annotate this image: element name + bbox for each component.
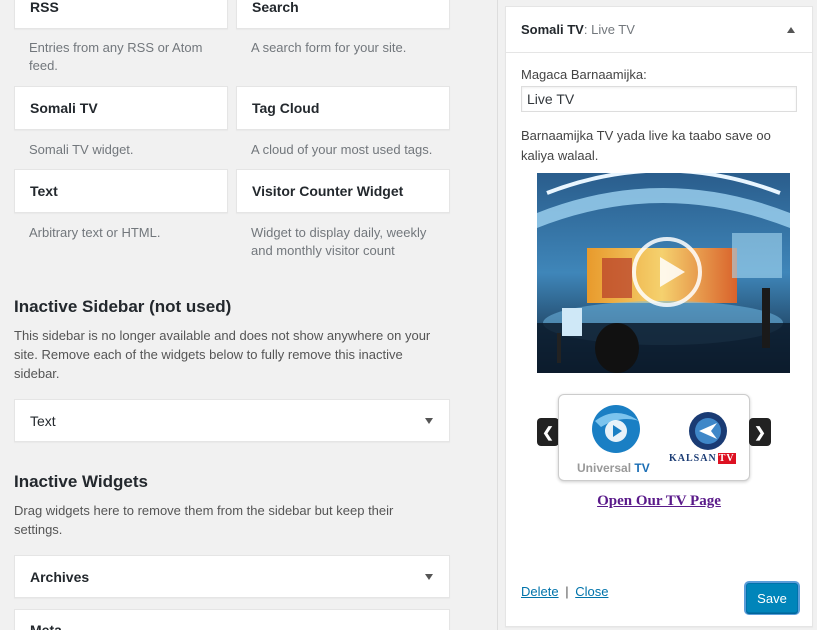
- play-icon[interactable]: [632, 237, 702, 307]
- widget-rss[interactable]: RSS: [14, 0, 228, 29]
- widget-control-actions: Delete | Close: [521, 584, 608, 599]
- widget-description: Arbitrary text or HTML.: [29, 225, 161, 240]
- widget-title: Meta: [30, 622, 62, 630]
- widget-title: Search: [252, 0, 299, 15]
- program-name-label: Magaca Barnaamijka:: [521, 67, 647, 82]
- widget-title: Text: [30, 183, 58, 199]
- widget-description: Entries from any RSS or Atom feed.: [29, 40, 203, 73]
- kalsan-tv-logo-icon[interactable]: [685, 411, 731, 451]
- widget-description: A cloud of your most used tags.: [251, 142, 433, 157]
- tv-channel-carousel: Universal TV KALSAN TV: [558, 394, 750, 481]
- widget-description: A search form for your site.: [251, 40, 407, 55]
- widget-description: Somali TV widget.: [29, 142, 134, 157]
- universal-tv-logo-icon[interactable]: [581, 403, 651, 453]
- widget-panel-subtitle: : Live TV: [583, 22, 635, 37]
- widget-search[interactable]: Search: [236, 0, 450, 29]
- widget-title: Visitor Counter Widget: [252, 183, 404, 199]
- widget-panel-title: Somali TV: [521, 22, 584, 37]
- expand-arrow-icon[interactable]: [425, 417, 433, 424]
- close-link[interactable]: Close: [575, 584, 608, 599]
- somali-tv-widget-panel: Somali TV: Live TV Magaca Barnaamijka: B…: [505, 6, 813, 627]
- widget-panel-header[interactable]: Somali TV: Live TV: [506, 7, 812, 53]
- inactive-widgets-title: Inactive Widgets: [14, 472, 148, 491]
- widget-title: Tag Cloud: [252, 100, 320, 116]
- column-divider: [497, 0, 498, 630]
- widget-text[interactable]: Text: [14, 169, 228, 213]
- widget-tag-cloud[interactable]: Tag Cloud: [236, 86, 450, 130]
- delete-link[interactable]: Delete: [521, 584, 559, 599]
- open-tv-page-link[interactable]: Open Our TV Page: [506, 493, 812, 510]
- save-button[interactable]: Save: [746, 583, 798, 613]
- action-separator: |: [565, 584, 569, 599]
- available-widgets-area: RSS Search Entries from any RSS or Atom …: [0, 0, 497, 630]
- universal-tv-label: Universal TV: [577, 461, 650, 475]
- inactive-widgets-description: Drag widgets here to remove them from th…: [14, 503, 394, 537]
- widget-description: Widget to display daily, weekly and mont…: [251, 225, 427, 258]
- widget-visitor-counter[interactable]: Visitor Counter Widget: [236, 169, 450, 213]
- expand-arrow-icon[interactable]: [425, 573, 433, 580]
- carousel-next-button[interactable]: ❯: [749, 418, 771, 446]
- widget-title: Archives: [30, 568, 90, 585]
- widget-title: Somali TV: [30, 100, 98, 116]
- widget-panel-description: Barnaamijka TV yada live ka taabo save o…: [521, 128, 771, 163]
- inactive-sidebar-widget[interactable]: Text: [14, 399, 450, 442]
- tv-studio-video-thumbnail[interactable]: [537, 173, 790, 373]
- carousel-prev-button[interactable]: ❮: [537, 418, 559, 446]
- inactive-sidebar-title: Inactive Sidebar (not used): [14, 297, 232, 316]
- inactive-widget-archives[interactable]: Archives: [14, 555, 450, 598]
- widget-title: Text: [30, 412, 56, 429]
- kalsan-tv-label: KALSAN TV: [669, 453, 736, 464]
- widget-title: RSS: [30, 0, 59, 15]
- collapse-arrow-icon[interactable]: [787, 27, 795, 33]
- inactive-widget-meta[interactable]: Meta: [14, 609, 450, 630]
- widget-somali-tv[interactable]: Somali TV: [14, 86, 228, 130]
- inactive-sidebar-description: This sidebar is no longer available and …: [14, 328, 431, 381]
- program-name-input[interactable]: [521, 86, 797, 112]
